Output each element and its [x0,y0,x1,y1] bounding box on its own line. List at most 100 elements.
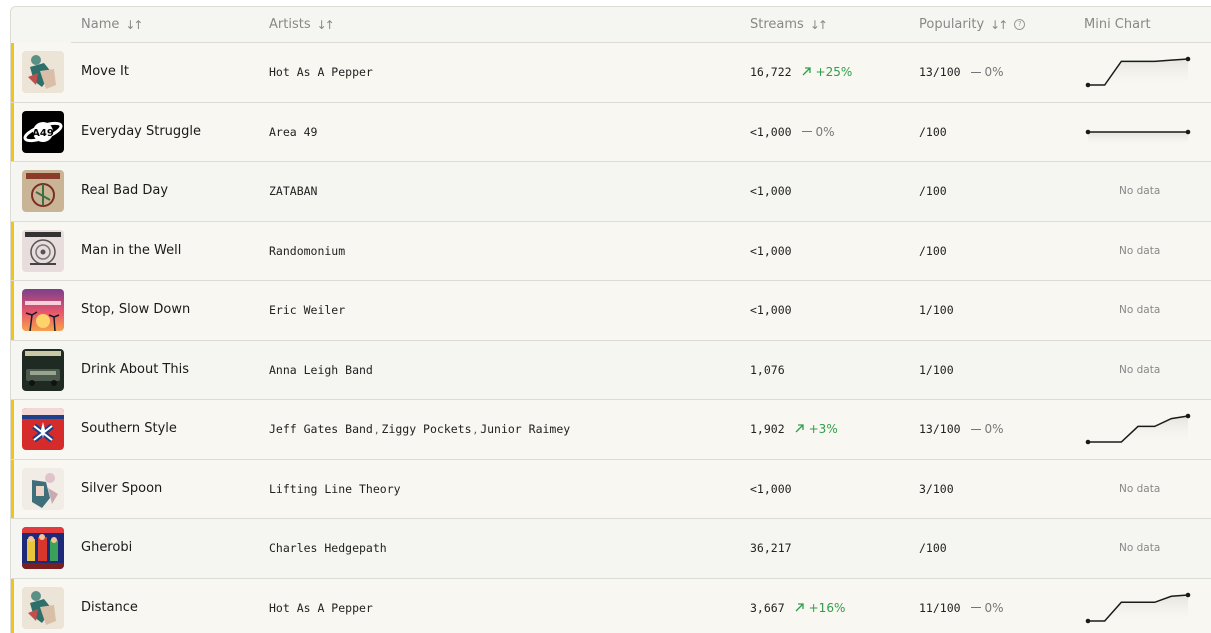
track-name[interactable]: Southern Style [81,421,177,436]
column-header-name[interactable]: Name↓↑ [81,17,141,32]
streams-cell: 1,902+3% [750,422,838,436]
popularity-value: 3/100 [919,482,954,496]
trend-flat-icon [802,131,812,132]
track-name[interactable]: Silver Spoon [81,481,162,496]
table-row[interactable]: Drink About This Anna Leigh Band 1,076 1/10… [11,341,1211,401]
track-name[interactable]: Drink About This [81,362,189,377]
streams-change: 0% [802,125,835,139]
popularity-value: /100 [919,541,947,555]
track-artists: Jeff Gates Band,Ziggy Pockets,Junior Rai… [269,422,570,436]
streams-value: 3,667 [750,601,785,615]
no-data-label: No data [1119,245,1160,257]
artist-link[interactable]: Randomonium [269,244,345,258]
table-row[interactable]: Man in the Well Randomonium <1,000/100 No d… [11,222,1211,282]
table-row[interactable]: Real Bad DayZATABAN<1,000/100No data [11,162,1211,222]
streams-cell: 3,667 +16% [750,601,845,615]
track-artists: Hot As A Pepper [269,65,373,79]
mini-chart-point [1086,129,1091,134]
popularity-change: 0% [971,601,1004,615]
popularity-cell: 11/1000% [919,601,1004,615]
mini-chart-point [1186,57,1191,62]
artist-link[interactable]: Area 49 [269,125,317,139]
popularity-change: 0% [971,422,1004,436]
trend-flat-icon [971,429,981,430]
popularity-value: /100 [919,244,947,258]
tracks-table: Name↓↑ Artists↓↑ Streams↓↑ Popularity↓↑?… [10,6,1211,633]
artist-link[interactable]: Junior Raimey [480,422,570,436]
track-name[interactable]: Real Bad Day [81,183,168,198]
artist-link[interactable]: Hot As A Pepper [269,601,373,615]
track-name[interactable]: Everyday Struggle [81,124,201,139]
sort-icon[interactable]: ↓↑ [810,18,826,32]
album-art [22,51,64,93]
table-row[interactable]: Stop, Slow DownEric Weiler<1,0001/100No … [11,281,1211,341]
popularity-cell: 13/1000% [919,65,1004,79]
column-header-streams[interactable]: Streams↓↑ [750,17,826,32]
artist-link[interactable]: Hot As A Pepper [269,65,373,79]
track-name[interactable]: Stop, Slow Down [81,302,190,317]
streams-value: <1,000 [750,244,792,258]
mini-chart [1084,53,1192,91]
popularity-value: /100 [919,125,947,139]
no-data-label: No data [1119,304,1160,316]
trend-up-icon [795,422,805,436]
track-artists: Anna Leigh Band [269,363,373,377]
streams-cell: <1,0000% [750,125,835,139]
album-art [22,230,64,272]
artist-link[interactable]: ZATABAN [269,184,317,198]
mini-chart-area [1088,595,1188,621]
column-header-artists[interactable]: Artists↓↑ [269,17,333,32]
artist-link[interactable]: Eric Weiler [269,303,345,317]
track-name[interactable]: Move It [81,64,129,79]
popularity-cell: /100 [919,184,947,198]
album-art [22,408,64,450]
popularity-cell: /100 [919,244,947,258]
streams-change: +3% [795,422,838,436]
track-artists: ZATABAN [269,184,317,198]
table-row[interactable]: GherobiCharles Hedgepath36,217/100No dat… [11,519,1211,579]
popularity-value: 13/100 [919,422,961,436]
table-row[interactable]: A49 Everyday Struggle Area 49 <1,0000% /100 [11,103,1211,163]
streams-value: <1,000 [750,482,792,496]
artist-link[interactable]: Anna Leigh Band [269,363,373,377]
table-row[interactable]: Distance Hot As A Pepper 3,667 +16% 11/1000% [11,579,1211,633]
streams-value: 16,722 [750,65,792,79]
streams-change: +16% [795,601,846,615]
table-row[interactable]: Silver Spoon Lifting Line Theory <1,000 3/1… [11,460,1211,520]
track-name[interactable]: Man in the Well [81,243,181,258]
artist-link[interactable]: Charles Hedgepath [269,541,387,555]
table-row[interactable]: Move ItHot As A Pepper16,722+25%13/1000% [11,43,1211,103]
info-icon[interactable]: ? [1014,19,1025,30]
sort-icon[interactable]: ↓↑ [317,18,333,32]
album-art [22,527,64,569]
track-artists: Area 49 [269,125,317,139]
track-name[interactable]: Gherobi [81,540,132,555]
track-name[interactable]: Distance [81,600,138,615]
artist-link[interactable]: Lifting Line Theory [269,482,401,496]
artist-link[interactable]: Jeff Gates Band [269,422,373,436]
sort-icon[interactable]: ↓↑ [125,18,141,32]
trend-up-icon [795,601,805,615]
popularity-value: /100 [919,184,947,198]
mini-chart-area [1088,59,1188,85]
track-artists: Hot As A Pepper [269,601,373,615]
popularity-cell: 1/100 [919,363,954,377]
mini-chart-point [1086,83,1091,88]
streams-cell: <1,000 [750,244,792,258]
streams-value: <1,000 [750,184,792,198]
mini-chart-point [1186,414,1191,419]
mini-chart-point [1186,592,1191,597]
sort-icon[interactable]: ↓↑ [990,18,1006,32]
popularity-cell: /100 [919,125,947,139]
track-artists: Eric Weiler [269,303,345,317]
popularity-value: 1/100 [919,363,954,377]
album-art: A49 [22,111,64,153]
mini-chart [1084,113,1192,151]
streams-value: 1,076 [750,363,785,377]
column-header-popularity[interactable]: Popularity↓↑? [919,17,1025,32]
album-art [22,468,64,510]
mini-chart [1084,589,1192,627]
table-row[interactable]: Southern Style Jeff Gates Band,Ziggy Pock… [11,400,1211,460]
artist-link[interactable]: Ziggy Pockets [382,422,472,436]
svg-text:A49: A49 [32,128,54,139]
